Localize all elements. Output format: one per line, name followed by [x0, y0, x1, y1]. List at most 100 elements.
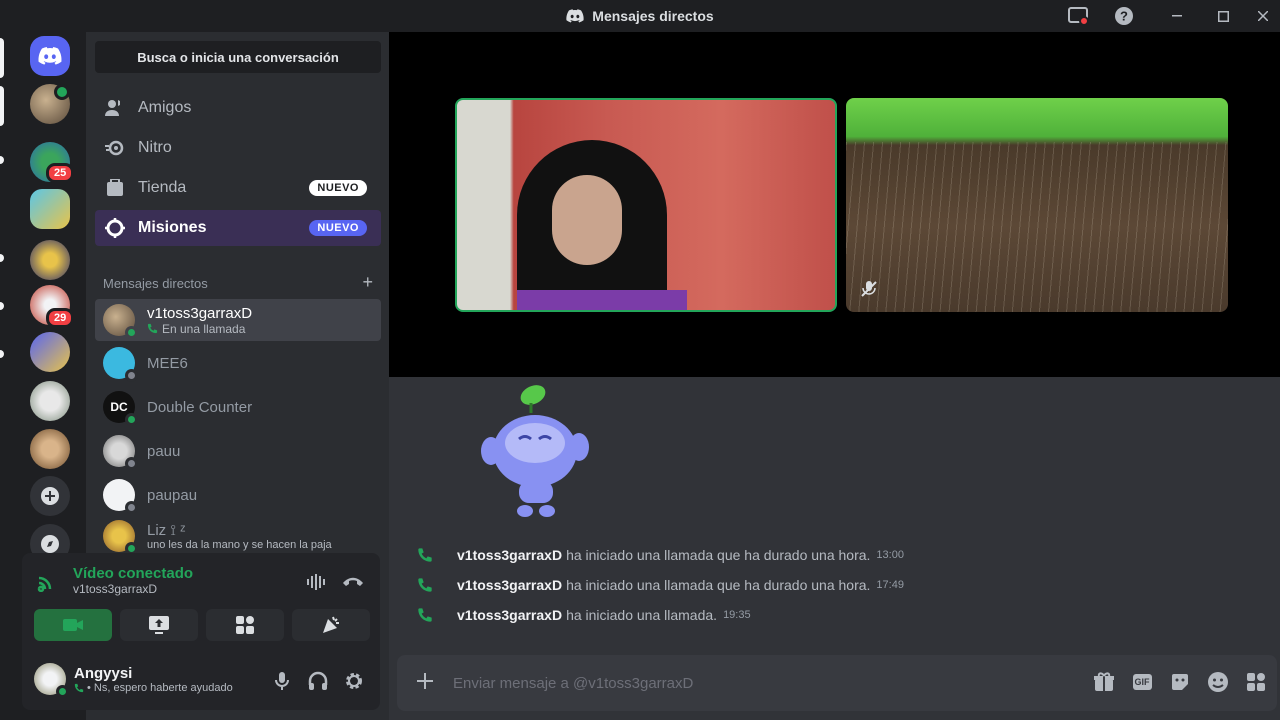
- voice-channel: v1toss3garraxD: [73, 582, 158, 596]
- user-info[interactable]: Angyysi • Ns, espero haberte ayudado: [34, 663, 233, 698]
- close-button[interactable]: [1246, 0, 1280, 32]
- friends-icon: [104, 97, 126, 119]
- create-dm-button[interactable]: +: [362, 273, 373, 291]
- settings-gear-icon[interactable]: [344, 671, 364, 691]
- user-avatar: [34, 663, 69, 698]
- compass-icon: [41, 535, 59, 553]
- screen-share-icon[interactable]: [1062, 0, 1094, 32]
- user-status: • Ns, espero haberte ayudado: [87, 681, 233, 694]
- message-text: ha iniciado una llamada.: [566, 607, 718, 623]
- nav-shop[interactable]: Tienda NUEVO: [95, 170, 381, 206]
- direct-messages-home[interactable]: [30, 36, 70, 76]
- nitro-icon: [104, 137, 126, 159]
- dm-name: Double Counter: [147, 398, 253, 416]
- phone-icon: [74, 683, 84, 692]
- avatar-text: DC: [110, 400, 128, 414]
- new-badge: NUEVO: [309, 180, 367, 196]
- gift-icon[interactable]: [1093, 671, 1115, 693]
- plus-icon: [41, 487, 59, 505]
- video-tile-participant[interactable]: [455, 98, 837, 312]
- video-tile-stream[interactable]: [846, 98, 1228, 312]
- dm-name: MEE6: [147, 354, 188, 372]
- message-author[interactable]: v1toss3garraxD: [457, 547, 562, 563]
- dm-status: uno les da la mano y se hacen la paja: [147, 538, 332, 551]
- dm-status: En una llamada: [162, 321, 246, 336]
- avatar: [103, 435, 138, 470]
- server-avatar-8[interactable]: [30, 429, 70, 469]
- dm-name: pauu: [147, 442, 181, 460]
- disconnect-icon[interactable]: [342, 575, 364, 593]
- phone-icon: [418, 608, 432, 622]
- title-bar: Mensajes directos ?: [0, 0, 1280, 32]
- screen-share-icon: [149, 616, 169, 634]
- mention-badge: 29: [46, 308, 75, 328]
- unread-dot: [0, 254, 4, 262]
- gif-icon: GIF: [1132, 674, 1152, 690]
- message-author[interactable]: v1toss3garraxD: [457, 577, 562, 593]
- nav-friends[interactable]: Amigos: [95, 90, 381, 126]
- nav-quests[interactable]: Misiones NUEVO: [95, 210, 381, 246]
- avatar: [103, 479, 138, 514]
- add-server-button[interactable]: [30, 476, 70, 516]
- dm-section-header: Mensajes directos +: [103, 273, 373, 291]
- help-icon[interactable]: ?: [1108, 0, 1140, 32]
- camera-button[interactable]: [34, 609, 112, 641]
- quests-icon: [104, 217, 126, 239]
- voice-status-label: Vídeo conectado: [73, 565, 194, 582]
- phone-icon: [147, 323, 158, 334]
- message-time: 17:49: [876, 579, 904, 591]
- avatar: [103, 520, 138, 554]
- message-time: 19:35: [723, 609, 751, 621]
- nav-label: Amigos: [138, 99, 192, 116]
- avatar: DC: [103, 391, 138, 426]
- dm-item[interactable]: v1toss3garraxD En una llamada: [95, 299, 381, 341]
- svg-text:?: ?: [1120, 9, 1128, 24]
- video-stage: [389, 32, 1280, 377]
- discord-icon: [566, 9, 584, 23]
- participant-shirt: [517, 290, 687, 310]
- unread-dot: [0, 156, 4, 164]
- sticker-icon[interactable]: [1169, 671, 1191, 693]
- gif-button[interactable]: GIF: [1131, 671, 1153, 693]
- server-avatar-3[interactable]: [30, 189, 70, 229]
- unread-dot: [0, 350, 4, 358]
- message-time: 13:00: [876, 549, 904, 561]
- server-avatar-6[interactable]: [30, 332, 70, 372]
- noise-suppression-icon[interactable]: [306, 573, 326, 596]
- muted-icon: [860, 280, 878, 303]
- dm-item[interactable]: paupau: [95, 474, 381, 516]
- emoji-icon[interactable]: [1207, 671, 1229, 693]
- headphones-icon[interactable]: [308, 671, 328, 691]
- microphone-icon[interactable]: [272, 671, 292, 691]
- message-author[interactable]: v1toss3garraxD: [457, 607, 562, 623]
- maximize-button[interactable]: [1200, 0, 1246, 32]
- server-avatar-4[interactable]: [30, 240, 70, 280]
- dm-item[interactable]: pauu: [95, 430, 381, 472]
- unread-dot: [0, 302, 4, 310]
- call-message: v1toss3garraxD ha iniciado una llamada q…: [417, 577, 904, 593]
- attach-plus-icon[interactable]: [415, 671, 435, 696]
- voice-panel: Vídeo conectado v1toss3garraxD Angyysi •…: [22, 553, 380, 710]
- nav-nitro[interactable]: Nitro: [95, 130, 381, 166]
- signal-icon: [37, 576, 52, 592]
- message-input[interactable]: Enviar mensaje a @v1toss3garraxD: [453, 675, 693, 692]
- wumpus-sticker: [475, 381, 595, 526]
- camera-icon: [63, 619, 83, 631]
- apps-icon[interactable]: [1245, 671, 1267, 693]
- server-avatar-7[interactable]: [30, 381, 70, 421]
- dm-item[interactable]: DC Double Counter: [95, 386, 381, 428]
- message-composer: Enviar mensaje a @v1toss3garraxD GIF: [397, 655, 1277, 711]
- screen-share-button[interactable]: [120, 609, 198, 641]
- activities-icon: [236, 616, 254, 634]
- soundboard-button[interactable]: [292, 609, 370, 641]
- window-title: Mensajes directos: [566, 8, 714, 24]
- activities-button[interactable]: [206, 609, 284, 641]
- voice-status: Vídeo conectado v1toss3garraxD: [36, 565, 193, 596]
- nav-label: Tienda: [138, 179, 187, 196]
- mention-badge: 25: [46, 163, 75, 183]
- dm-item[interactable]: Liz ⟟ ᶻ uno les da la mano y se hacen la…: [95, 518, 381, 554]
- search-button[interactable]: Busca o inicia una conversación: [95, 41, 381, 73]
- username: Angyysi: [74, 664, 133, 682]
- dm-item[interactable]: MEE6: [95, 342, 381, 384]
- minimize-button[interactable]: [1154, 0, 1200, 32]
